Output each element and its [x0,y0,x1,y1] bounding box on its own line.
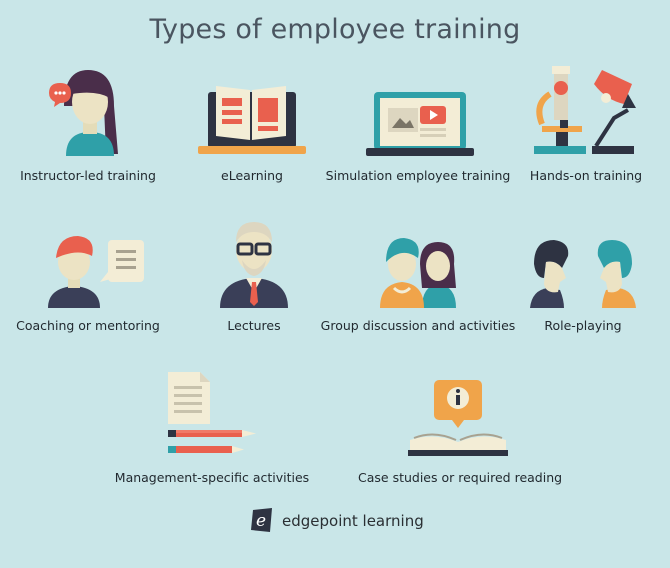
logo-letter: e [256,511,266,531]
brand-logo-icon: e [251,508,272,532]
group-icon [380,238,456,308]
item-label: Management-specific activities [114,470,310,485]
lecturer-icon [220,222,288,308]
item-label: eLearning [221,168,283,183]
laptop-video-icon [366,92,474,156]
laptop-book-icon [198,86,306,154]
item-label: Hands-on training [529,168,643,183]
page-title: Types of employee training [149,14,521,45]
item-label: Group discussion and activities [320,318,516,333]
brand-name: edgepoint learning [282,512,424,530]
microscope-lamp-icon [534,66,636,154]
document-pencil-icon [168,372,256,453]
item-label: Simulation employee training [325,168,511,183]
item-label: Lectures [227,318,281,333]
two-people-icon [530,240,636,308]
coach-speech-icon [48,236,144,308]
instructor-icon [49,70,118,156]
item-label: Coaching or mentoring [16,318,160,333]
open-book-info-icon [408,380,508,456]
item-label: Case studies or required reading [358,470,563,485]
item-label: Role-playing [544,318,622,333]
item-label: Instructor-led training [20,168,156,183]
